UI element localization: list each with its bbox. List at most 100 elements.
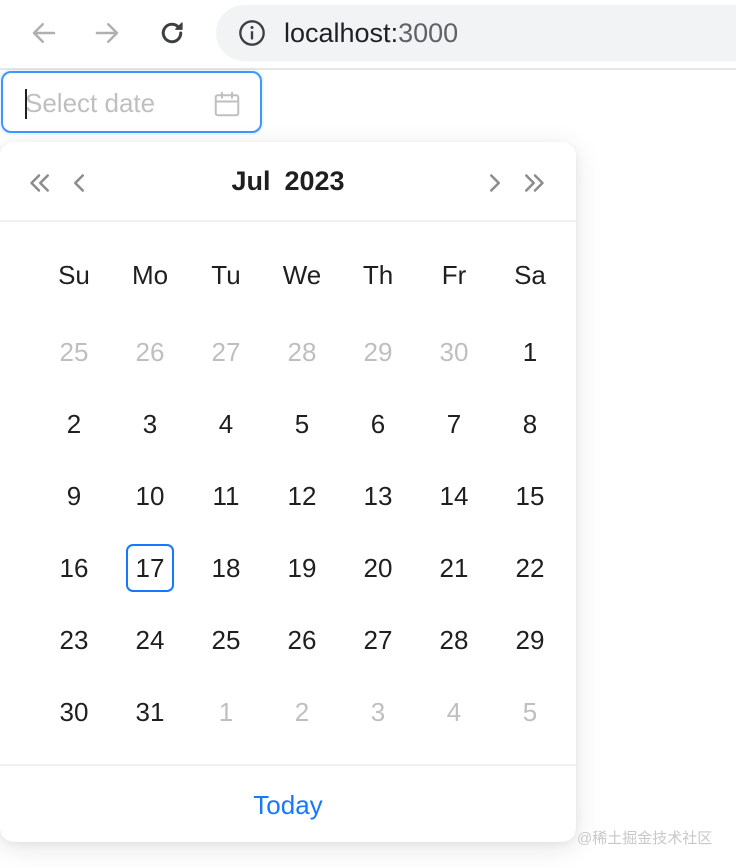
calendar-day-number: 27 — [211, 336, 241, 367]
calendar-day[interactable]: 20 — [340, 544, 416, 592]
calendar-day-number: 25 — [59, 336, 89, 367]
back-button[interactable] — [25, 14, 63, 52]
calendar-day[interactable]: 30 — [36, 688, 112, 736]
calendar-day[interactable]: 24 — [112, 616, 188, 664]
calendar-day-number: 16 — [59, 552, 89, 583]
weekday-label: Su — [58, 260, 90, 290]
calendar-day-other-month[interactable]: 28 — [264, 328, 340, 376]
calendar-day[interactable]: 15 — [492, 472, 568, 520]
calendar-day[interactable]: 12 — [264, 472, 340, 520]
calendar-day[interactable]: 13 — [340, 472, 416, 520]
calendar-day[interactable]: 27 — [340, 616, 416, 664]
calendar-day-number: 28 — [287, 336, 317, 367]
calendar-day-other-month[interactable]: 4 — [416, 688, 492, 736]
calendar-day[interactable]: 26 — [264, 616, 340, 664]
calendar-day-number: 3 — [370, 696, 386, 727]
calendar-day-number: 2 — [294, 696, 310, 727]
calendar-day-number: 13 — [363, 480, 393, 511]
next-month-button[interactable] — [478, 166, 512, 200]
browser-toolbar: localhost:3000 — [0, 0, 736, 68]
reload-icon — [161, 22, 183, 44]
calendar-day[interactable]: 28 — [416, 616, 492, 664]
calendar-day[interactable]: 10 — [112, 472, 188, 520]
calendar-day[interactable]: 23 — [36, 616, 112, 664]
calendar-day-other-month[interactable]: 25 — [36, 328, 112, 376]
weekday-label: Th — [362, 260, 394, 290]
double-chevron-right-icon — [525, 174, 544, 192]
calendar-day-other-month[interactable]: 27 — [188, 328, 264, 376]
calendar-day-other-month[interactable]: 26 — [112, 328, 188, 376]
forward-button[interactable] — [88, 14, 126, 52]
url-text[interactable]: localhost:3000 — [284, 18, 458, 49]
weekday-label: Sa — [514, 260, 546, 290]
next-year-button[interactable] — [518, 166, 552, 200]
calendar-day[interactable]: 7 — [416, 400, 492, 448]
weekday-label: Tu — [211, 260, 241, 290]
calendar-day-number: 1 — [522, 336, 538, 367]
calendar-day[interactable]: 22 — [492, 544, 568, 592]
calendar-day[interactable]: 18 — [188, 544, 264, 592]
calendar-day-number: 8 — [522, 408, 538, 439]
url-host: localhost: — [284, 18, 399, 48]
year-select[interactable]: 2023 — [284, 166, 344, 196]
calendar-day[interactable]: 21 — [416, 544, 492, 592]
calendar-day-number: 17 — [126, 544, 174, 592]
calendar-day-number: 28 — [439, 624, 469, 655]
calendar-day-other-month[interactable]: 5 — [492, 688, 568, 736]
calendar-day-number: 29 — [363, 336, 393, 367]
calendar-day-other-month[interactable]: 1 — [188, 688, 264, 736]
calendar-day[interactable]: 1 — [492, 328, 568, 376]
weekday-label: Fr — [441, 260, 467, 290]
calendar-day[interactable]: 6 — [340, 400, 416, 448]
calendar-day[interactable]: 5 — [264, 400, 340, 448]
calendar-day[interactable]: 2 — [36, 400, 112, 448]
weekday-label: Mo — [131, 260, 169, 290]
toolbar-divider — [0, 68, 736, 70]
calendar-day-other-month[interactable]: 3 — [340, 688, 416, 736]
calendar-day-number: 24 — [135, 624, 165, 655]
info-icon[interactable] — [238, 19, 266, 47]
calendar-day-number: 12 — [287, 480, 317, 511]
date-input-field[interactable] — [25, 83, 195, 123]
calendar-day-number: 30 — [59, 696, 89, 727]
calendar-day-number: 6 — [370, 408, 386, 439]
chevron-right-icon — [490, 174, 500, 192]
calendar-day-number: 22 — [515, 552, 545, 583]
calendar-day-today[interactable]: 17 — [112, 544, 188, 592]
calendar-day[interactable]: 4 — [188, 400, 264, 448]
address-bar[interactable]: localhost:3000 — [216, 5, 736, 61]
calendar-icon — [214, 91, 240, 117]
calendar-day-number: 27 — [363, 624, 393, 655]
today-button[interactable]: Today — [0, 790, 576, 821]
calendar-day[interactable]: 11 — [188, 472, 264, 520]
calendar-day-number: 30 — [439, 336, 469, 367]
calendar-day-other-month[interactable]: 30 — [416, 328, 492, 376]
date-picker-input[interactable] — [1, 71, 262, 133]
calendar-day-number: 26 — [287, 624, 317, 655]
calendar-day-number: 25 — [211, 624, 241, 655]
calendar-day-number: 23 — [59, 624, 89, 655]
text-cursor — [25, 89, 27, 119]
calendar-day[interactable]: 8 — [492, 400, 568, 448]
calendar-day[interactable]: 25 — [188, 616, 264, 664]
calendar-day[interactable]: 29 — [492, 616, 568, 664]
month-select[interactable]: Jul — [231, 166, 270, 196]
calendar-day-number: 31 — [135, 696, 165, 727]
calendar-day-number: 14 — [439, 480, 469, 511]
calendar-day-number: 5 — [294, 408, 310, 439]
url-port: 3000 — [398, 18, 459, 48]
calendar-day-other-month[interactable]: 29 — [340, 328, 416, 376]
calendar-day[interactable]: 3 — [112, 400, 188, 448]
calendar-day[interactable]: 9 — [36, 472, 112, 520]
calendar-day[interactable]: 14 — [416, 472, 492, 520]
calendar-footer: Today — [0, 764, 576, 842]
calendar-day[interactable]: 31 — [112, 688, 188, 736]
calendar-day[interactable]: 19 — [264, 544, 340, 592]
calendar-day-number: 4 — [446, 696, 462, 727]
calendar-header: Jul 2023 — [0, 142, 576, 222]
calendar-day-other-month[interactable]: 2 — [264, 688, 340, 736]
calendar-day-number: 10 — [135, 480, 165, 511]
calendar-day-number: 21 — [439, 552, 469, 583]
calendar-day[interactable]: 16 — [36, 544, 112, 592]
reload-button[interactable] — [153, 14, 191, 52]
